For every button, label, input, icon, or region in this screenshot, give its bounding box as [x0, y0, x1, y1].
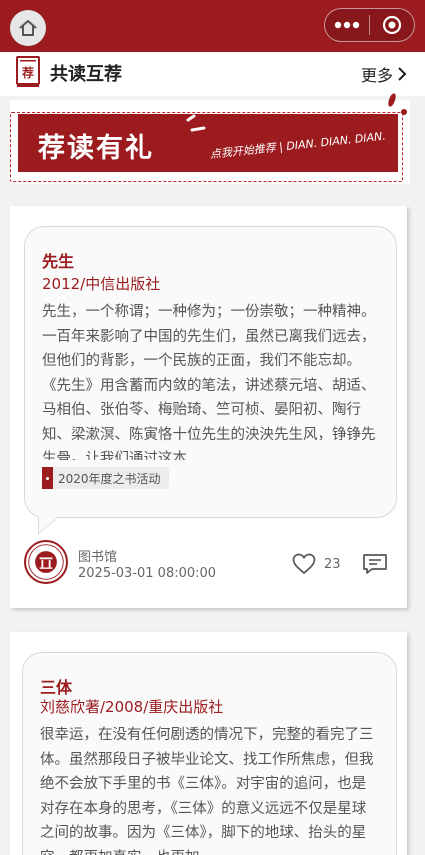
like-count: 23: [324, 556, 341, 572]
book-icon-char: 荐: [21, 65, 34, 80]
recommend-book-icon: 荐: [16, 56, 40, 87]
home-button[interactable]: [10, 10, 46, 46]
banner-decoration-icon: [186, 114, 206, 132]
book-meta: 刘慈欣著/2008/重庆出版社: [40, 698, 224, 716]
more-options-button[interactable]: [325, 9, 369, 41]
book-review: 先生，一个称谓；一种修为；一份崇敬；一种精神。一百年来影响了中国的先生们，虽然已…: [42, 304, 376, 460]
mini-program-capsule: [324, 8, 415, 42]
library-logo: [24, 540, 68, 584]
author-name: 图书馆: [78, 550, 118, 565]
comment-button[interactable]: [362, 553, 388, 579]
book-title: 先生: [42, 252, 75, 271]
more-dots-icon: [334, 21, 360, 29]
tag-marker: [42, 467, 53, 489]
book-review: 很幸运，在没有任何剧透的情况下，完整的看完了三体。虽然那段日子被毕业论文、找工作…: [40, 727, 374, 855]
like-button[interactable]: 23: [292, 553, 341, 575]
book-meta: 2012/中信出版社: [42, 275, 161, 293]
more-label: 更多: [360, 66, 393, 85]
home-icon: [19, 20, 37, 36]
tag-label: 2020年度之书活动: [58, 471, 161, 486]
close-mini-program-button[interactable]: [370, 9, 414, 41]
post-time: 2025-03-01 08:00:00: [78, 566, 217, 581]
heart-icon: [292, 553, 316, 575]
banner-title: 荐读有礼: [38, 133, 154, 164]
target-close-icon: [382, 15, 402, 35]
top-bar: [0, 0, 425, 52]
chevron-right-icon: [398, 67, 407, 81]
comment-icon: [363, 554, 387, 574]
section-title: 共读互荐: [50, 64, 122, 85]
activity-tag[interactable]: 2020年度之书活动: [42, 467, 169, 489]
banner-drops-icon: [388, 93, 407, 115]
book-title: 三体: [40, 678, 73, 697]
more-link[interactable]: 更多: [361, 62, 407, 86]
